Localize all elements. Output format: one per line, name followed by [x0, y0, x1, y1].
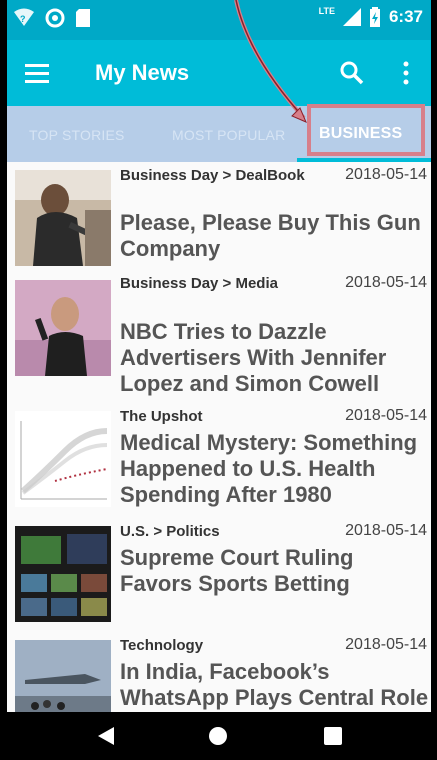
home-icon[interactable] [208, 726, 228, 746]
article-headline[interactable]: In India, Facebook’s WhatsApp Plays Cent… [120, 659, 430, 711]
tab-most-popular[interactable]: MOST POPULAR [172, 127, 285, 143]
article-date: 2018-05-14 [345, 166, 427, 183]
article-date: 2018-05-14 [345, 407, 427, 424]
clock: 6:37 [388, 7, 423, 26]
article-thumbnail [15, 411, 111, 507]
article-thumbnail [15, 640, 111, 712]
more-vert-icon[interactable] [401, 60, 411, 86]
article-list[interactable]: Business Day > DealBook 2018-05-14 Pleas… [7, 162, 431, 712]
sd-card-icon [76, 9, 90, 27]
app-screen: ? LTE 6:37 My News TOP STORIES MOST POPU… [7, 0, 431, 760]
article-thumbnail [15, 170, 111, 266]
article-section: Technology [120, 637, 204, 654]
article-date: 2018-05-14 [345, 274, 427, 291]
svg-text:?: ? [20, 14, 26, 24]
system-nav-bar [0, 712, 437, 760]
article-section: Business Day > Media [120, 275, 278, 292]
list-item[interactable]: The Upshot 2018-05-14 Medical Mystery: S… [7, 403, 431, 519]
article-thumbnail [15, 280, 111, 376]
menu-icon[interactable] [25, 62, 51, 84]
record-icon [45, 8, 65, 28]
list-item[interactable]: Business Day > Media 2018-05-14 NBC Trie… [7, 270, 431, 404]
list-item[interactable]: Business Day > DealBook 2018-05-14 Pleas… [7, 162, 431, 271]
article-section: U.S. > Politics [120, 523, 220, 540]
article-headline[interactable]: Medical Mystery: Something Happened to U… [120, 430, 430, 508]
signal-icon [342, 8, 361, 26]
article-section: Business Day > DealBook [120, 167, 305, 184]
wifi-icon: ? [14, 8, 34, 26]
recents-icon[interactable] [324, 727, 342, 745]
network-type: LTE [318, 6, 335, 16]
battery-icon [369, 7, 380, 27]
article-thumbnail [15, 526, 111, 622]
list-item[interactable]: Technology 2018-05-14 In India, Facebook… [7, 632, 431, 712]
article-date: 2018-05-14 [345, 522, 427, 539]
tab-highlight-box [307, 104, 425, 156]
tab-top-stories[interactable]: TOP STORIES [29, 127, 125, 143]
article-section: The Upshot [120, 408, 203, 425]
article-headline[interactable]: Supreme Court Ruling Favors Sports Betti… [120, 545, 430, 597]
back-icon[interactable] [96, 726, 116, 746]
status-bar: ? LTE 6:37 [7, 0, 431, 40]
app-title: My News [95, 60, 190, 85]
search-icon[interactable] [339, 60, 365, 86]
article-headline[interactable]: Please, Please Buy This Gun Company [120, 210, 430, 262]
article-headline[interactable]: NBC Tries to Dazzle Advertisers With Jen… [120, 319, 430, 397]
article-date: 2018-05-14 [345, 636, 427, 653]
app-bar: My News [7, 40, 431, 106]
list-item[interactable]: U.S. > Politics 2018-05-14 Supreme Court… [7, 518, 431, 633]
